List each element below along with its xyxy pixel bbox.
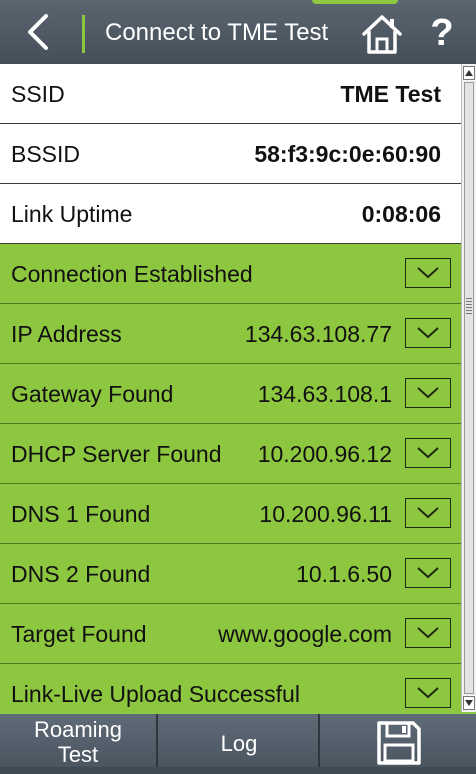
chevron-down-icon: [417, 327, 439, 339]
log-button[interactable]: Log: [160, 714, 320, 767]
expand-button[interactable]: [405, 318, 451, 348]
status-row-value: 134.63.108.77: [244, 321, 392, 347]
header-top-tab: [312, 0, 398, 4]
expand-button[interactable]: [405, 678, 451, 708]
info-row-value: 58:f3:9c:0e:60:90: [254, 141, 441, 167]
scroll-down-button[interactable]: [463, 696, 475, 710]
save-icon: [377, 721, 421, 765]
status-row-value: 10.1.6.50: [296, 561, 392, 587]
home-button[interactable]: [360, 12, 404, 56]
status-row-label: DNS 2 Found: [11, 561, 151, 587]
status-row-gateway-found[interactable]: Gateway Found 134.63.108.1: [0, 364, 461, 424]
status-row-ip-address[interactable]: IP Address 134.63.108.77: [0, 304, 461, 364]
chevron-down-icon: [417, 687, 439, 699]
info-row-ssid: SSID TME Test: [0, 64, 461, 124]
expand-button[interactable]: [405, 258, 451, 288]
scroll-up-button[interactable]: [463, 66, 475, 80]
status-row-dns-1-found[interactable]: DNS 1 Found 10.200.96.11: [0, 484, 461, 544]
status-row-link-live-upload[interactable]: Link-Live Upload Successful: [0, 664, 461, 712]
chevron-down-icon: [417, 567, 439, 579]
status-row-value: 134.63.108.1: [257, 381, 392, 407]
chevron-down-icon: [417, 507, 439, 519]
arrow-down-icon: [465, 700, 473, 706]
expand-button[interactable]: [405, 558, 451, 588]
status-row-label: DNS 1 Found: [11, 501, 151, 527]
status-row-label: IP Address: [11, 321, 122, 347]
expand-button[interactable]: [405, 438, 451, 468]
info-row-label: SSID: [11, 81, 65, 107]
status-row-label: Connection Established: [11, 261, 253, 287]
status-row-label: Gateway Found: [11, 381, 174, 407]
roaming-test-label-line2: Test: [57, 742, 99, 767]
home-icon: [362, 15, 402, 54]
roaming-test-button[interactable]: Roaming Test: [0, 714, 158, 767]
status-row-value: 10.200.96.11: [259, 501, 392, 527]
vertical-scrollbar[interactable]: [461, 64, 476, 712]
info-row-label: BSSID: [11, 141, 81, 167]
status-row-target-found[interactable]: Target Found www.google.com: [0, 604, 461, 664]
save-button[interactable]: [320, 714, 476, 767]
chevron-left-icon: [28, 14, 48, 50]
roaming-test-label-line1: Roaming: [33, 717, 123, 742]
expand-button[interactable]: [405, 378, 451, 408]
chevron-down-icon: [417, 267, 439, 279]
header-divider: [82, 15, 85, 53]
info-row-link-uptime: Link Uptime 0:08:06: [0, 184, 461, 244]
connection-details-list: SSID TME Test BSSID 58:f3:9c:0e:60:90 Li…: [0, 64, 461, 712]
bottom-toolbar: Roaming Test Log: [0, 712, 476, 767]
header-bar: Connect to TME Test ?: [0, 0, 476, 64]
scroll-thumb[interactable]: [464, 82, 474, 694]
info-row-bssid: BSSID 58:f3:9c:0e:60:90: [0, 124, 461, 184]
status-row-label: DHCP Server Found: [11, 441, 222, 467]
back-button[interactable]: [18, 10, 62, 54]
status-row-connection-established[interactable]: Connection Established: [0, 244, 461, 304]
status-row-value: www.google.com: [218, 621, 392, 647]
status-row-label: Link-Live Upload Successful: [11, 681, 300, 707]
chevron-down-icon: [417, 387, 439, 399]
page-title: Connect to TME Test: [105, 19, 329, 46]
chevron-down-icon: [417, 447, 439, 459]
status-row-dns-2-found[interactable]: DNS 2 Found 10.1.6.50: [0, 544, 461, 604]
status-row-value: 10.200.96.12: [257, 441, 392, 467]
arrow-up-icon: [465, 70, 473, 76]
expand-button[interactable]: [405, 498, 451, 528]
help-button[interactable]: ?: [422, 10, 462, 56]
scroll-grip-icon: [466, 298, 472, 316]
status-row-label: Target Found: [11, 621, 147, 647]
chevron-down-icon: [417, 627, 439, 639]
info-row-value: 0:08:06: [361, 201, 441, 227]
info-row-label: Link Uptime: [11, 201, 133, 227]
status-row-dhcp-server-found[interactable]: DHCP Server Found 10.200.96.12: [0, 424, 461, 484]
expand-button[interactable]: [405, 618, 451, 648]
info-row-value: TME Test: [340, 81, 441, 107]
